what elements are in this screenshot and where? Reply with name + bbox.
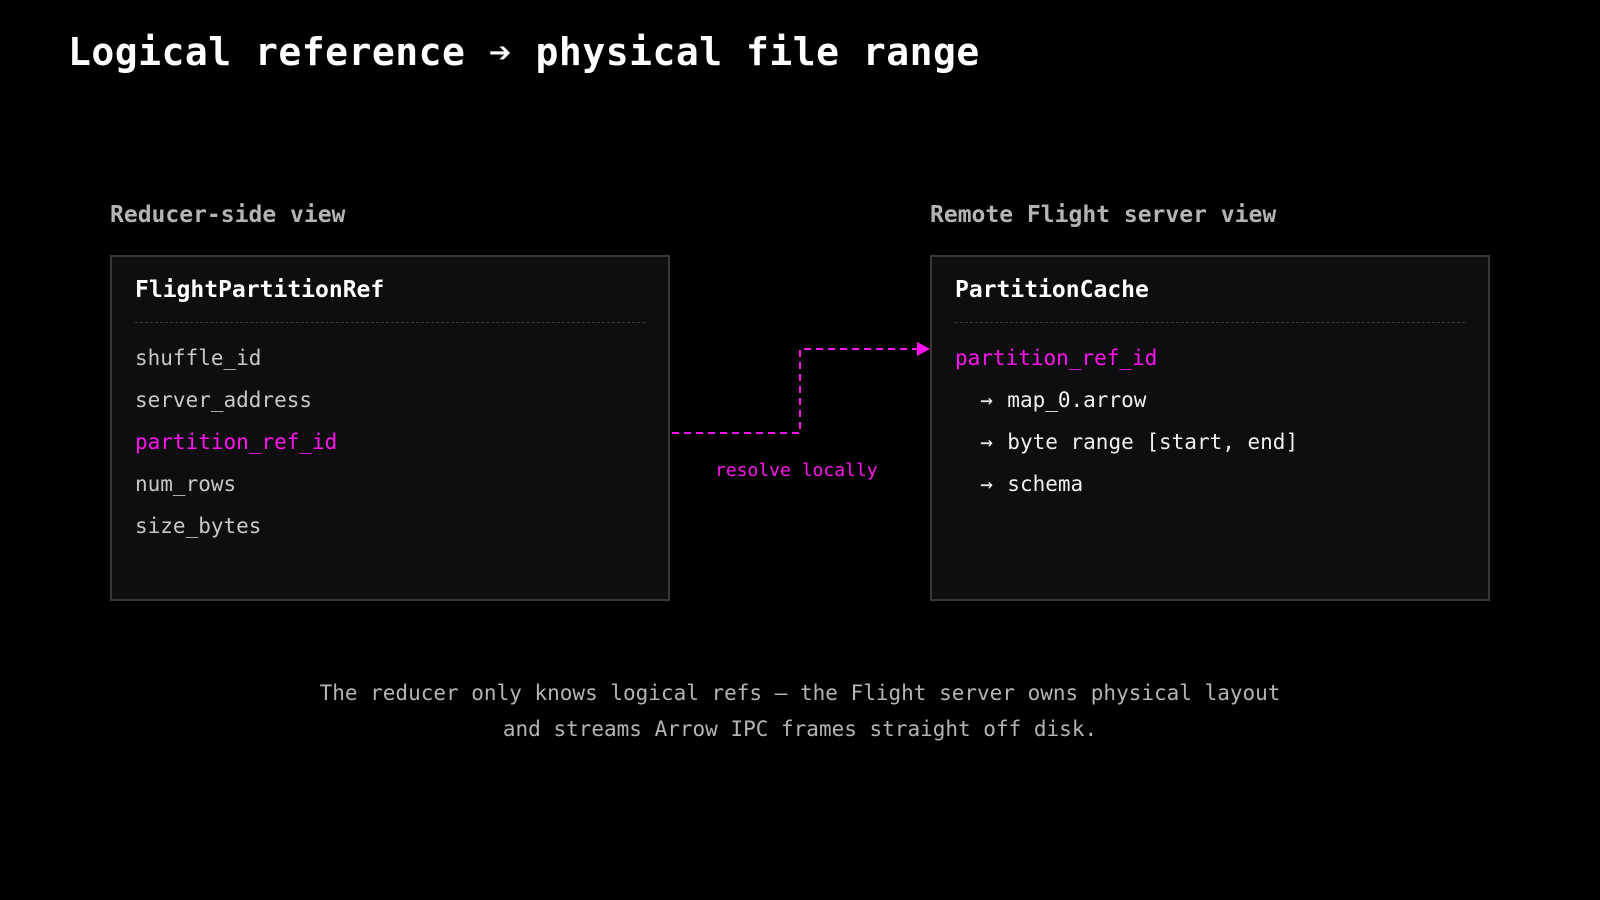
- resolve-connector-arrow: [672, 342, 930, 434]
- connector-arrowhead: [917, 342, 930, 356]
- caption: The reducer only knows logical refs — th…: [0, 675, 1600, 747]
- resolve-locally-label: resolve locally: [715, 460, 878, 481]
- caption-line-2: and streams Arrow IPC frames straight of…: [502, 717, 1098, 741]
- caption-line-1: The reducer only knows logical refs — th…: [319, 681, 1281, 705]
- connector-line: [672, 348, 918, 434]
